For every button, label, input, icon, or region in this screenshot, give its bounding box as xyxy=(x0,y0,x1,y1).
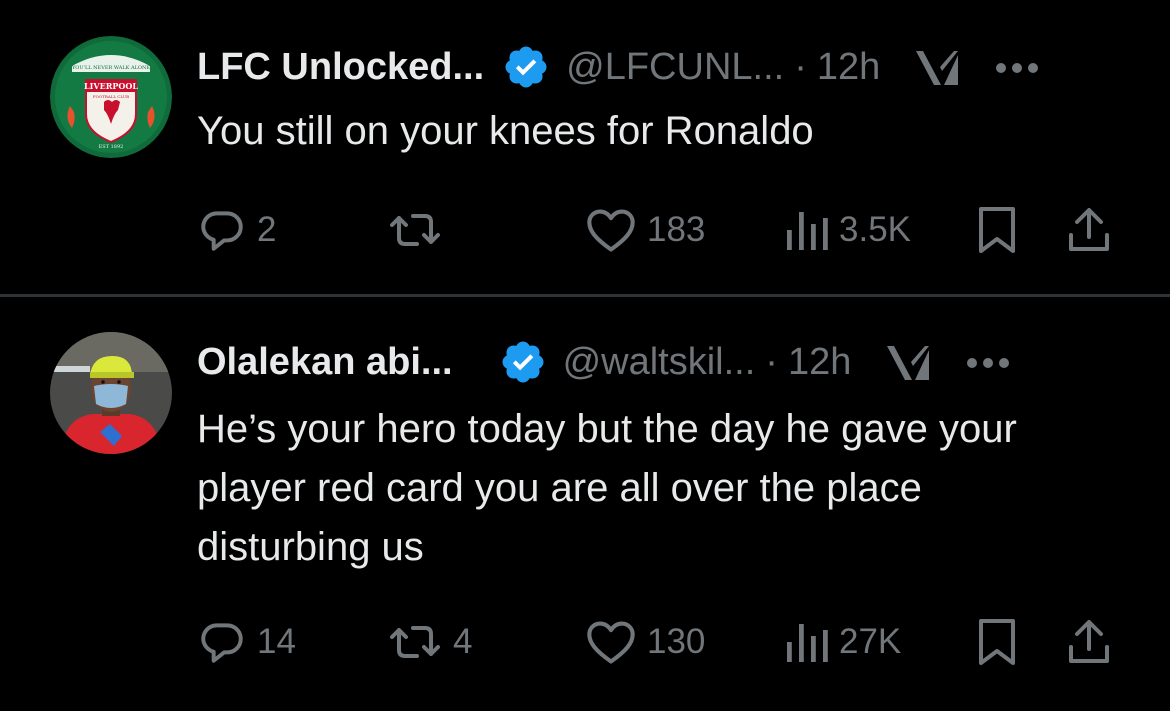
views-count: 3.5K xyxy=(839,210,911,249)
timestamp[interactable]: 12h xyxy=(817,46,880,89)
reply-icon xyxy=(201,211,243,251)
heart-icon xyxy=(587,209,635,252)
bookmark-icon xyxy=(979,619,1015,665)
retweet-button[interactable] xyxy=(387,200,453,260)
display-name[interactable]: Olalekan abi... xyxy=(197,341,453,384)
views-chart-icon xyxy=(787,212,828,250)
retweet-count: 4 xyxy=(453,622,473,661)
display-name[interactable]: LFC Unlocked... xyxy=(197,46,484,89)
like-button[interactable]: 183 xyxy=(585,200,705,260)
more-options-icon[interactable] xyxy=(965,355,1011,369)
user-photo-icon xyxy=(50,332,172,454)
handle[interactable]: @waltskil... xyxy=(563,341,756,384)
reply-icon xyxy=(201,623,243,663)
bookmark-icon xyxy=(979,207,1015,253)
reply-button[interactable]: 14 xyxy=(197,612,296,672)
like-button[interactable]: 130 xyxy=(585,612,705,672)
like-count: 183 xyxy=(647,210,706,249)
tweet-actions: 2 183 3.5K xyxy=(197,200,1127,260)
tweet-text: He’s your hero today but the day he gave… xyxy=(197,407,1017,569)
tweet[interactable]: YOU'LL NEVER WALK ALONE LIVERPOOL FOOTBA… xyxy=(0,0,1170,296)
crest-sub-text: FOOTBALL CLUB xyxy=(93,94,129,99)
share-icon xyxy=(1069,208,1109,251)
retweet-button[interactable]: 4 xyxy=(387,612,472,672)
views-count: 27K xyxy=(839,622,902,661)
reply-count: 14 xyxy=(257,622,296,661)
retweet-icon xyxy=(390,214,440,246)
like-count: 130 xyxy=(647,622,706,661)
tweet[interactable]: Olalekan abi... @waltskil... · 12h He’s … xyxy=(0,298,1170,711)
crest-est-text: EST 1892 xyxy=(99,144,124,150)
heart-icon xyxy=(587,621,635,664)
separator-dot: · xyxy=(794,45,807,88)
handle[interactable]: @LFCUNL... xyxy=(566,46,784,89)
liverpool-crest-icon: YOU'LL NEVER WALK ALONE LIVERPOOL FOOTBA… xyxy=(50,36,172,158)
separator-dot: · xyxy=(765,340,778,383)
verified-badge-icon xyxy=(499,338,547,386)
share-button[interactable] xyxy=(1067,200,1111,260)
reply-button[interactable]: 2 xyxy=(197,200,276,260)
tweet-actions: 14 4 130 27K xyxy=(197,612,1127,672)
reply-count: 2 xyxy=(257,210,277,249)
bookmark-button[interactable] xyxy=(977,200,1017,260)
tweet-header: Olalekan abi... @waltskil... · 12h xyxy=(197,332,1120,392)
avatar[interactable]: YOU'LL NEVER WALK ALONE LIVERPOOL FOOTBA… xyxy=(50,36,172,158)
tweet-divider xyxy=(0,294,1170,297)
crest-banner-text: YOU'LL NEVER WALK ALONE xyxy=(71,65,150,71)
tweet-header: LFC Unlocked... @LFCUNL... · 12h xyxy=(197,37,1120,97)
retweet-icon xyxy=(390,626,440,658)
crest-club-text: LIVERPOOL xyxy=(84,81,138,91)
views-button[interactable]: 27K xyxy=(785,612,901,672)
tweet-text: You still on your knees for Ronaldo xyxy=(197,109,814,153)
grok-icon[interactable] xyxy=(885,340,931,384)
bookmark-button[interactable] xyxy=(977,612,1017,672)
verified-badge-icon xyxy=(502,43,550,91)
grok-icon[interactable] xyxy=(914,45,960,89)
avatar[interactable] xyxy=(50,332,172,454)
more-options-icon[interactable] xyxy=(994,60,1040,74)
share-icon xyxy=(1069,620,1109,663)
timestamp[interactable]: 12h xyxy=(788,341,851,384)
views-chart-icon xyxy=(787,624,828,662)
views-button[interactable]: 3.5K xyxy=(785,200,911,260)
share-button[interactable] xyxy=(1067,612,1111,672)
